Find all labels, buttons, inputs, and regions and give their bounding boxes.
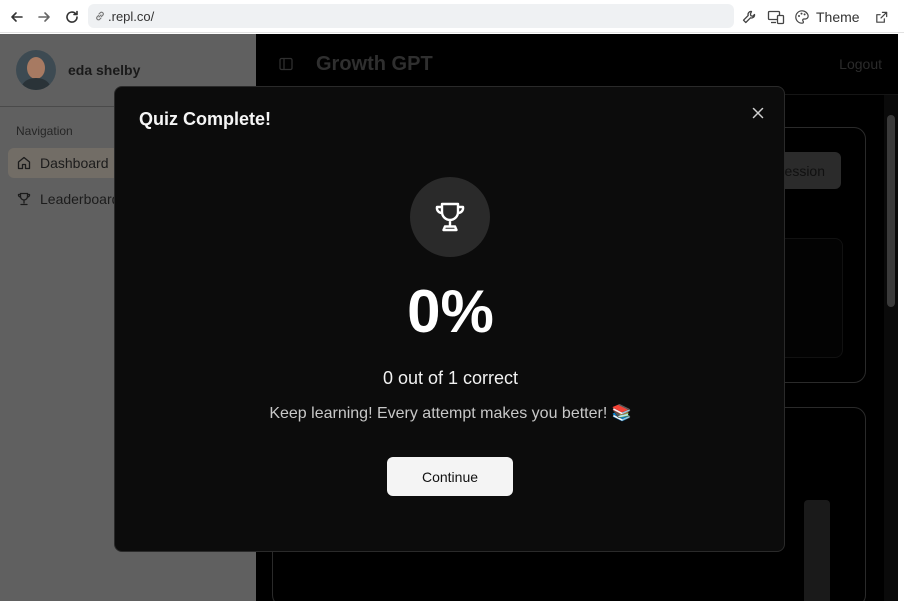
theme-label: Theme bbox=[816, 9, 860, 25]
devices-icon bbox=[767, 10, 785, 25]
url-text: .repl.co/ bbox=[108, 8, 155, 24]
open-external-button[interactable] bbox=[874, 6, 889, 28]
dialog-title: Quiz Complete! bbox=[139, 109, 272, 129]
app-title: Growth GPT bbox=[316, 53, 433, 75]
scrollbar[interactable] bbox=[884, 95, 898, 601]
link-icon bbox=[96, 11, 104, 21]
window-edge bbox=[898, 34, 904, 601]
correct-count: 0 out of 1 correct bbox=[382, 368, 519, 388]
back-button[interactable] bbox=[6, 6, 28, 28]
trophy-icon bbox=[17, 192, 31, 206]
arrow-right-icon bbox=[38, 12, 50, 22]
wrench-icon bbox=[742, 10, 756, 24]
avatar bbox=[16, 50, 56, 90]
score-percentage: 0% bbox=[407, 278, 494, 345]
continue-button[interactable]: Continue bbox=[387, 457, 513, 496]
scrollbar-thumb[interactable] bbox=[887, 115, 895, 307]
panel-left-icon bbox=[279, 57, 293, 71]
home-icon bbox=[17, 156, 31, 170]
chart-bar bbox=[804, 500, 830, 601]
address-bar[interactable]: .repl.co/ bbox=[88, 4, 734, 28]
logout-button[interactable]: Logout bbox=[839, 56, 882, 72]
quiz-complete-dialog: Quiz Complete! 0% 0 out of 1 correct Kee… bbox=[114, 86, 785, 552]
trophy-icon bbox=[435, 202, 465, 232]
forward-button[interactable] bbox=[33, 6, 55, 28]
palette-icon bbox=[795, 10, 809, 24]
external-link-icon bbox=[876, 11, 888, 23]
devices-button[interactable] bbox=[767, 6, 785, 28]
browser-toolbar: .repl.co/ Theme bbox=[0, 0, 904, 33]
sidebar-toggle-button[interactable] bbox=[278, 56, 294, 77]
devtools-button[interactable] bbox=[741, 6, 757, 28]
arrow-left-icon bbox=[11, 12, 23, 22]
sidebar-item-label: Dashboard bbox=[40, 155, 109, 171]
sidebar-item-label: Leaderboard bbox=[40, 191, 120, 207]
encouragement-message: Keep learning! Every attempt makes you b… bbox=[269, 405, 632, 422]
trophy-badge bbox=[410, 177, 490, 257]
user-name: eda shelby bbox=[68, 62, 141, 78]
nav-heading: Navigation bbox=[16, 124, 73, 138]
reload-icon bbox=[66, 10, 78, 23]
theme-button[interactable]: Theme bbox=[794, 6, 860, 28]
reload-button[interactable] bbox=[61, 6, 83, 28]
close-icon bbox=[752, 107, 764, 119]
close-button[interactable] bbox=[748, 103, 768, 123]
